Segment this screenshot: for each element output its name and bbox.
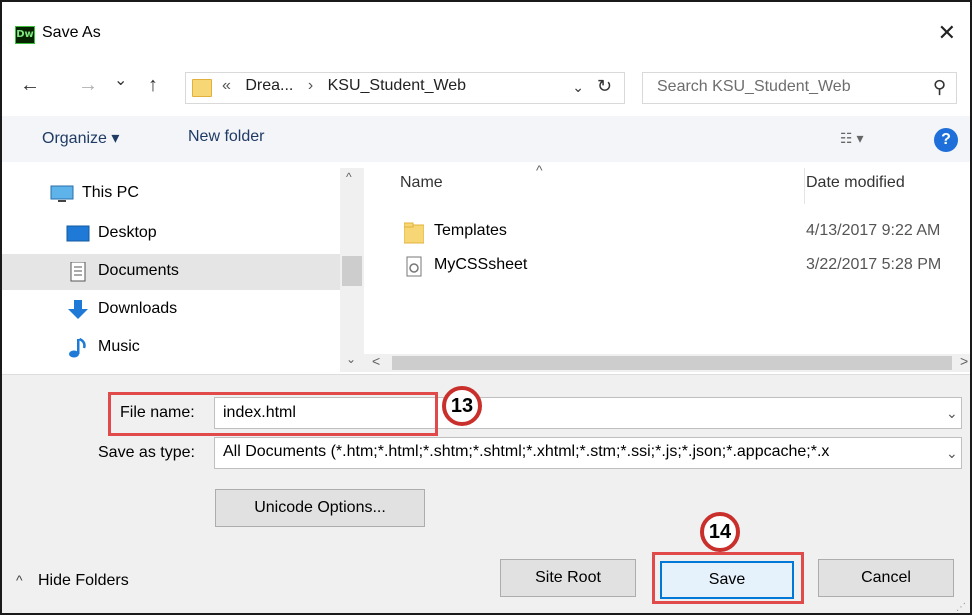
- downloads-icon: [66, 300, 90, 320]
- breadcrumb-overflow[interactable]: «: [222, 77, 231, 94]
- step-14-callout: 14: [700, 512, 740, 552]
- folder-icon: [192, 79, 212, 97]
- resize-grip-icon[interactable]: ⋰: [956, 602, 966, 613]
- sidebar-item-desktop[interactable]: Desktop: [2, 216, 340, 252]
- sidebar-item-downloads[interactable]: Downloads: [2, 292, 340, 328]
- navigation-row: ← → ⌄ ↑ « Drea... › KSU_Student_Web ⌄ ↻ …: [2, 62, 970, 112]
- save-as-type-select[interactable]: All Documents (*.htm;*.html;*.shtm;*.sht…: [214, 437, 962, 469]
- sidebar-item-label: Documents: [98, 262, 179, 279]
- search-box[interactable]: Search KSU_Student_Web ⚲: [642, 72, 957, 104]
- sidebar-item-this-pc[interactable]: This PC: [2, 176, 340, 212]
- computer-icon: [50, 184, 74, 204]
- music-icon: [66, 337, 90, 358]
- save-as-type-value: All Documents (*.htm;*.html;*.shtm;*.sht…: [223, 443, 830, 460]
- file-list-hscrollbar[interactable]: < >: [364, 353, 970, 372]
- file-list: Name ^ Date modified Templates 4/13/2017…: [364, 162, 970, 372]
- file-name: MyCSSsheet: [434, 256, 528, 273]
- scroll-left-icon[interactable]: <: [372, 353, 380, 369]
- scroll-thumb[interactable]: [392, 356, 952, 370]
- save-as-dialog: Dw Save As ✕ ← → ⌄ ↑ « Drea... › KSU_Stu…: [0, 0, 972, 615]
- view-options-icon[interactable]: ☷ ▾: [840, 130, 863, 147]
- refresh-icon[interactable]: ↻: [597, 76, 612, 97]
- forward-arrow-icon[interactable]: →: [78, 74, 98, 97]
- dreamweaver-icon: Dw: [15, 26, 35, 44]
- folder-icon: [403, 222, 425, 244]
- up-arrow-icon[interactable]: ↑: [148, 74, 158, 97]
- collapse-icon: ^: [16, 572, 23, 588]
- new-folder-button[interactable]: New folder: [188, 128, 264, 146]
- step-13-callout: 13: [442, 386, 482, 426]
- site-root-button[interactable]: Site Root: [500, 559, 636, 597]
- file-name: Templates: [434, 222, 507, 239]
- address-dropdown-icon[interactable]: ⌄: [572, 79, 584, 96]
- sort-ascending-icon: ^: [536, 162, 543, 178]
- nav-pane-scrollbar[interactable]: ^ ⌄: [340, 168, 364, 372]
- column-divider[interactable]: [804, 168, 805, 204]
- unicode-options-button[interactable]: Unicode Options...: [215, 489, 425, 527]
- sidebar-item-music[interactable]: Music: [2, 330, 340, 366]
- desktop-icon: [66, 224, 90, 244]
- breadcrumb-separator: ›: [307, 77, 314, 94]
- css-file-icon: [404, 256, 424, 278]
- window-title: Save As: [42, 24, 101, 41]
- breadcrumb-item-dreamweaver[interactable]: Drea...: [245, 77, 293, 94]
- file-row-mycsssheet[interactable]: MyCSSsheet 3/22/2017 5:28 PM: [364, 252, 970, 284]
- save-button-highlight: [652, 552, 804, 604]
- search-placeholder: Search KSU_Student_Web: [657, 78, 851, 95]
- column-header-name[interactable]: Name: [400, 174, 443, 192]
- column-header-date-modified[interactable]: Date modified: [806, 174, 905, 192]
- hide-folders-label: Hide Folders: [38, 572, 129, 589]
- search-icon[interactable]: ⚲: [933, 77, 946, 98]
- command-bar: Organize ▾ New folder ☷ ▾ ?: [2, 116, 970, 162]
- help-icon[interactable]: ?: [934, 128, 958, 152]
- recent-locations-icon[interactable]: ⌄: [114, 70, 127, 90]
- cancel-button[interactable]: Cancel: [818, 559, 954, 597]
- scroll-right-icon[interactable]: >: [960, 353, 968, 369]
- sidebar-item-label: Music: [98, 338, 140, 355]
- file-name-dropdown-icon[interactable]: ⌄: [946, 405, 958, 422]
- scroll-down-icon[interactable]: ⌄: [346, 352, 356, 366]
- save-as-type-dropdown-icon[interactable]: ⌄: [946, 445, 958, 462]
- file-date: 3/22/2017 5:28 PM: [806, 256, 942, 273]
- documents-icon: [66, 261, 90, 282]
- hide-folders-toggle[interactable]: ^ Hide Folders: [16, 572, 129, 590]
- scroll-up-icon[interactable]: ^: [346, 170, 352, 184]
- file-name-highlight: [108, 392, 438, 436]
- file-date: 4/13/2017 9:22 AM: [806, 222, 941, 239]
- navigation-pane: This PC Desktop Documents Downloads Musi…: [2, 168, 364, 372]
- file-row-templates[interactable]: Templates 4/13/2017 9:22 AM: [364, 218, 970, 250]
- breadcrumb: « Drea... › KSU_Student_Web: [222, 77, 476, 95]
- back-arrow-icon[interactable]: ←: [20, 74, 40, 97]
- close-icon[interactable]: ✕: [938, 20, 956, 46]
- scroll-thumb[interactable]: [342, 256, 362, 286]
- address-bar[interactable]: « Drea... › KSU_Student_Web ⌄ ↻: [185, 72, 625, 104]
- sidebar-item-label: This PC: [82, 184, 139, 201]
- breadcrumb-item-ksu-student-web[interactable]: KSU_Student_Web: [328, 77, 466, 94]
- save-as-type-label: Save as type:: [98, 444, 195, 461]
- sidebar-item-label: Downloads: [98, 300, 178, 317]
- sidebar-item-label: Desktop: [98, 224, 157, 241]
- sidebar-item-documents[interactable]: Documents: [2, 254, 340, 290]
- title-bar: Dw Save As ✕: [2, 2, 970, 60]
- organize-menu[interactable]: Organize ▾: [42, 128, 119, 148]
